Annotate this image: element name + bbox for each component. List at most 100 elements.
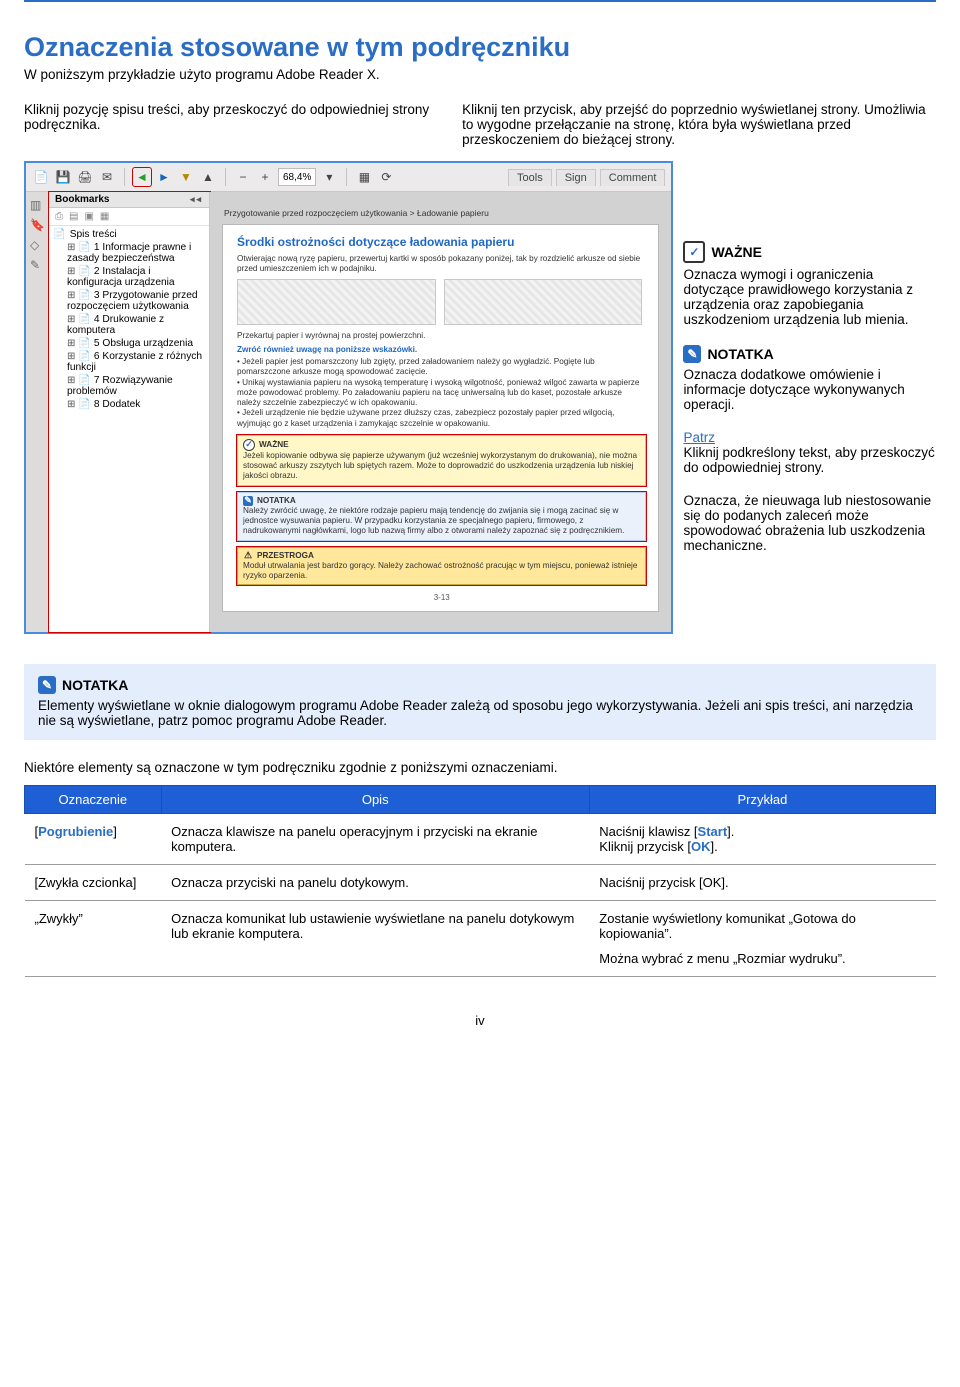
row1-c3b-pre: Kliknij przycisk [ [599, 839, 691, 854]
adobe-reader-window: 📄 💾 🖨 ✉ ◄ ► ▼ ▲ − + 68,4% ▾ ▦ ⟳ [24, 161, 673, 634]
bookmarks-title: Bookmarks [55, 194, 109, 205]
patrz-link[interactable]: Patrz [683, 430, 715, 445]
dropdown-icon[interactable]: ▾ [320, 168, 338, 186]
tool1-icon[interactable]: ▦ [355, 168, 373, 186]
conventions-intro: Niektóre elementy są oznaczone w tym pod… [24, 760, 936, 775]
row2-c2: Oznacza przyciski na panelu dotykowym. [161, 865, 589, 901]
page-up-icon[interactable]: ▲ [199, 168, 217, 186]
callout-wazne-label: WAŻNE [711, 244, 762, 260]
doc-notatka-label: NOTATKA [257, 496, 296, 506]
row1-c3b-post: ]. [711, 839, 718, 854]
bookmark-icon: 📄 [53, 229, 66, 240]
reader-page-area: Przygotowanie przed rozpoczęciem użytkow… [210, 192, 671, 632]
bookmark-new-icon[interactable]: ▤ [69, 211, 78, 222]
doc-line1: Przekartuj papier i wyrównaj na prostej … [237, 331, 646, 341]
doc-notatka-body: Należy zwrócić uwagę, że niektóre rodzaj… [243, 506, 640, 537]
doc-note-box: ✎ NOTATKA Należy zwrócić uwagę, że niektó… [237, 492, 646, 541]
row2-c1: [Zwykła czcionka] [25, 865, 162, 901]
doc-figure-1 [237, 279, 436, 325]
save-icon[interactable]: 💾 [54, 168, 72, 186]
row1-c1-mid: Pogrubienie [38, 824, 113, 839]
check-icon: ✓ [243, 439, 255, 451]
doc-wazne-label: WAŻNE [259, 440, 289, 450]
reader-toolbar: 📄 💾 🖨 ✉ ◄ ► ▼ ▲ − + 68,4% ▾ ▦ ⟳ [26, 163, 671, 192]
mail-icon[interactable]: ✉ [98, 168, 116, 186]
row3-c3b: Można wybrać z menu „Rozmiar wydruku”. [599, 951, 925, 966]
callout-caution-body: Oznacza, że nieuwaga lub niestosowanie s… [683, 493, 936, 553]
table-header: Opis [161, 786, 589, 814]
tool2-icon[interactable]: ⟳ [377, 168, 395, 186]
callout-notatka-label: NOTATKA [707, 346, 773, 362]
signatures-icon[interactable]: ✎ [30, 258, 44, 272]
zoom-in-icon[interactable]: + [256, 168, 274, 186]
open-icon[interactable]: 📄 [32, 168, 50, 186]
bottom-note-body: Elementy wyświetlane w oknie dialogowym … [38, 698, 922, 728]
bookmark-root[interactable]: Spis treści [70, 229, 117, 240]
callout-notatka-body: Oznacza dodatkowe omówienie i informacje… [683, 367, 936, 412]
bookmarks-panel: Bookmarks ◂◂ ⎙ ▤ ▣ ▦ 📄 Spis tr [49, 192, 210, 632]
doc-przestroga-body: Moduł utrwalania jest bardzo gorący. Nal… [243, 561, 640, 582]
note-icon: ✎ [683, 345, 701, 363]
table-row: [Zwykła czcionka] Oznacza przyciski na p… [25, 865, 936, 901]
reader-left-rail: ▥ 🔖 ◇ ✎ [26, 192, 49, 632]
tab-tools[interactable]: Tools [508, 169, 552, 186]
row3-c3a: Zostanie wyświetlony komunikat „Gotowa d… [599, 911, 925, 941]
row1-c3a-pre: Naciśnij klawisz [ [599, 824, 697, 839]
page-number: iv [24, 1013, 936, 1028]
check-circle-icon: ✓ [683, 241, 705, 263]
bottom-note-label: NOTATKA [62, 677, 128, 693]
callout-wazne: ✓WAŻNE Oznacza wymogi i ograniczenia dot… [683, 241, 936, 327]
arrow-down-icon[interactable]: ▼ [177, 168, 195, 186]
doc-page: Środki ostrożności dotyczące ładowania p… [222, 224, 659, 612]
doc-bullet: Jeżeli papier jest pomarszczony lub zgię… [237, 357, 646, 378]
print-icon[interactable]: 🖨 [76, 168, 94, 186]
attachments-icon[interactable]: ◇ [30, 238, 44, 252]
row3-c1: „Zwykły” [25, 901, 162, 977]
callout-patrz: Patrz Kliknij podkreślony tekst, aby prz… [683, 430, 936, 475]
bookmark-item[interactable]: 5 Obsługa urządzenia [94, 338, 193, 349]
doc-wazne-body: Jeżeli kopiowanie odbywa się papierze uż… [243, 451, 640, 482]
bookmark-find-icon[interactable]: ▦ [100, 211, 109, 222]
bookmark-options-icon[interactable]: ⎙ [55, 211, 63, 222]
intro-right: Kliknij ten przycisk, aby przejść do pop… [462, 102, 936, 147]
tab-comment[interactable]: Comment [600, 169, 666, 186]
doc-line2: Zwróć również uwagę na poniższe wskazówk… [237, 345, 646, 355]
callout-caution: Oznacza, że nieuwaga lub niestosowanie s… [683, 493, 936, 553]
tab-sign[interactable]: Sign [556, 169, 596, 186]
note-icon: ✎ [38, 676, 56, 694]
doc-intro: Otwierając nową ryzę papieru, przewertuj… [237, 254, 646, 275]
row1-c2: Oznacza klawisze na panelu operacyjnym i… [161, 814, 589, 865]
row1-c3a-post: ]. [727, 824, 734, 839]
table-row: „Zwykły” Oznacza komunikat lub ustawieni… [25, 901, 936, 977]
doc-figure-2 [444, 279, 643, 325]
zoom-level[interactable]: 68,4% [278, 168, 316, 186]
bookmark-item[interactable]: 8 Dodatek [94, 399, 140, 410]
row1-c3a-mid: Start [698, 824, 728, 839]
intro-left: Kliknij pozycję spisu treści, aby przesk… [24, 102, 444, 147]
doc-page-footer: 3-13 [237, 593, 646, 603]
prev-view-icon[interactable]: ◄ [133, 168, 151, 186]
doc-important-box: ✓ WAŻNE Jeżeli kopiowanie odbywa się papi… [237, 435, 646, 486]
bookmarks-rail-icon[interactable]: 🔖 [30, 218, 44, 232]
row1-c3b-mid: OK [691, 839, 711, 854]
bookmark-delete-icon[interactable]: ▣ [84, 211, 93, 222]
callout-notatka: ✎ NOTATKA Oznacza dodatkowe omówienie i i… [683, 345, 936, 412]
row2-c3: Naciśnij przycisk [OK]. [589, 865, 935, 901]
page-title: Oznaczenia stosowane w tym podręczniku [24, 32, 936, 63]
doc-przestroga-label: PRZESTROGA [257, 551, 314, 561]
doc-caution-box: ⚠ PRZESTROGA Moduł utrwalania jest bardzo… [237, 547, 646, 586]
bookmarks-collapse-icon[interactable]: ◂◂ [190, 194, 203, 205]
next-view-icon[interactable]: ► [155, 168, 173, 186]
conventions-table: Oznaczenie Opis Przykład [Pogrubienie] O… [24, 785, 936, 977]
warning-icon: ⚠ [243, 551, 253, 561]
row1-c1-close: ] [113, 824, 117, 839]
intro-row: Kliknij pozycję spisu treści, aby przesk… [24, 102, 936, 147]
note-icon: ✎ [243, 496, 253, 506]
page-subtitle: W poniższym przykładzie użyto programu A… [24, 67, 936, 82]
table-row: [Pogrubienie] Oznacza klawisze na panelu… [25, 814, 936, 865]
thumbnails-icon[interactable]: ▥ [30, 198, 44, 212]
doc-bullet: Unikaj wystawiania papieru na wysoką tem… [237, 378, 646, 409]
zoom-out-icon[interactable]: − [234, 168, 252, 186]
callout-patrz-body: Kliknij podkreślony tekst, aby przeskocz… [683, 445, 936, 475]
right-callouts: ✓WAŻNE Oznacza wymogi i ograniczenia dot… [683, 161, 936, 634]
